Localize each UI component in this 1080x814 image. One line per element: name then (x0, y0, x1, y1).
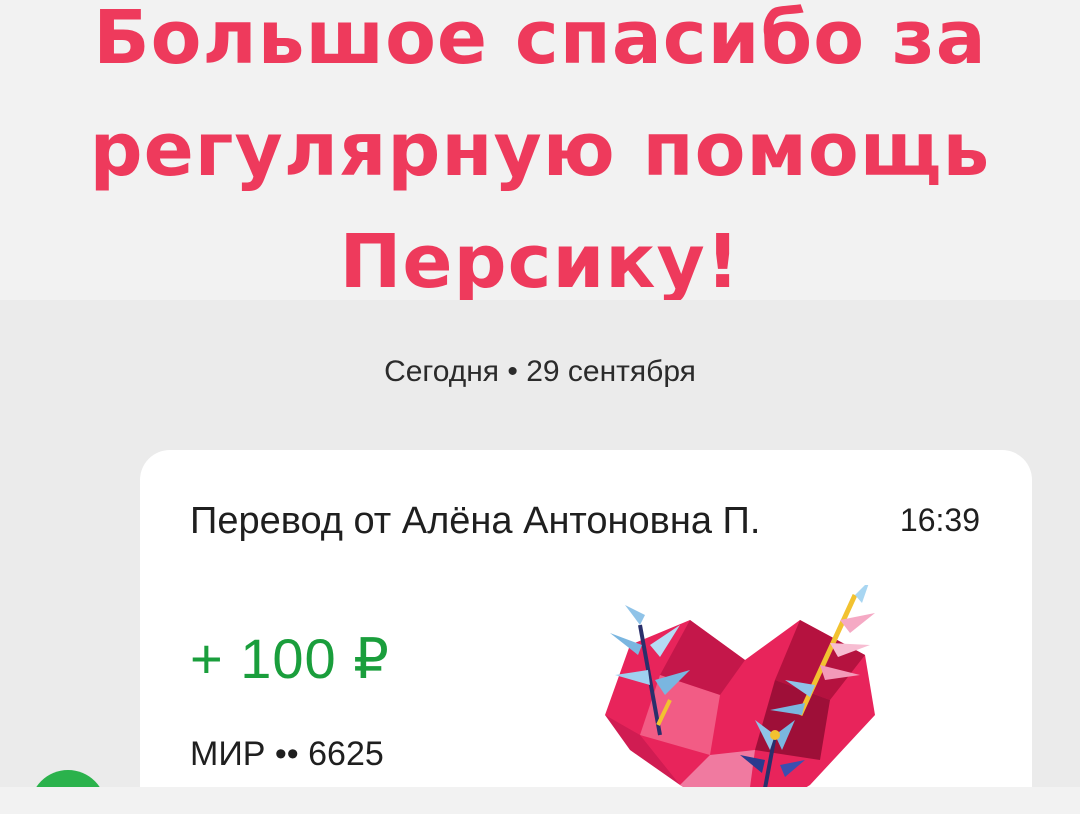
transaction-title: Перевод от Алёна Антоновна П. (190, 500, 761, 542)
headline-line-2: регулярную помощь (89, 107, 991, 193)
heart-with-plants-icon (605, 585, 875, 814)
transaction-time: 16:39 (899, 502, 980, 538)
header: Большое спасибо за регулярную помощь Пер… (0, 0, 1080, 305)
headline-line-1: Большое спасибо за (93, 0, 987, 81)
payment-card-info: МИР •• 6625 (190, 735, 384, 773)
date-header: Сегодня • 29 сентября (384, 355, 696, 388)
headline-line-3: Персику! (339, 219, 741, 305)
headline: Большое спасибо за регулярную помощь Пер… (0, 0, 1080, 318)
transaction-amount: + 100 ₽ (190, 627, 390, 690)
page: Большое спасибо за регулярную помощь Пер… (0, 0, 1080, 814)
bottom-strip (0, 787, 1080, 814)
